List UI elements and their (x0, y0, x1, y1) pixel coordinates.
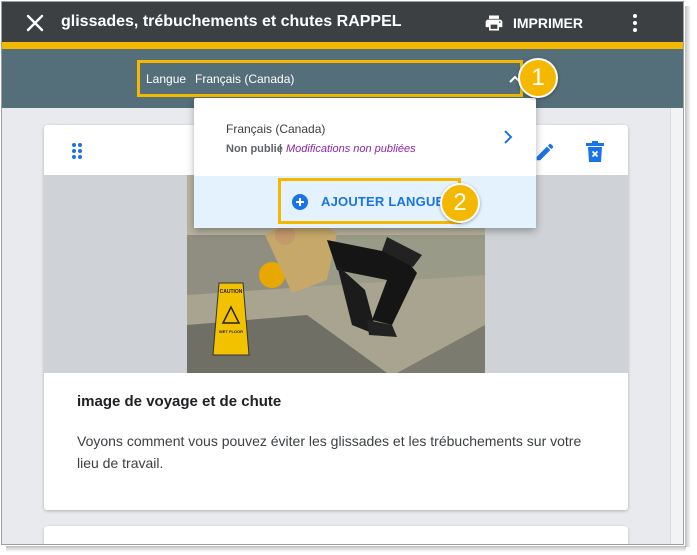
language-dropdown: Français (Canada) Non publié | Modificat… (194, 98, 536, 228)
publish-status: Non publié (226, 143, 283, 155)
scrollbar-track[interactable] (670, 108, 683, 544)
add-languages-button[interactable]: AJOUTER LANGUES (278, 178, 461, 224)
add-languages-label: AJOUTER LANGUES (321, 194, 454, 209)
callout-badge-1: 1 (518, 58, 558, 98)
unpublished-changes: Modifications non publiées (286, 143, 416, 155)
sign-caption: CAUTION (220, 289, 243, 295)
chevron-right-icon (504, 130, 513, 144)
callout-badge-2: 2 (440, 183, 480, 223)
language-value: Français (Canada) (195, 72, 295, 86)
language-label: Langue (146, 72, 187, 86)
close-button[interactable] (24, 12, 46, 34)
edit-button[interactable] (534, 141, 556, 168)
close-icon (26, 14, 44, 32)
trash-icon (586, 141, 604, 162)
print-label: IMPRIMER (513, 15, 583, 31)
language-option-name: Français (Canada) (226, 122, 326, 136)
print-button[interactable]: IMPRIMER (484, 11, 583, 35)
status-separator: | (279, 143, 282, 155)
sign-wet-floor: WET FLOOR (219, 329, 243, 334)
document-title: glissades, trébuchements et chutes RAPPE… (61, 13, 402, 30)
next-card (44, 526, 628, 544)
card-heading: image de voyage et de chute (77, 393, 282, 410)
drag-handle-icon (72, 143, 82, 159)
delete-button[interactable] (585, 141, 605, 168)
language-selector[interactable]: Langue Français (Canada) (137, 60, 523, 97)
card-description: Voyons comment vous pouvez éviter les gl… (77, 433, 582, 471)
window-shadow-bottom (6, 546, 686, 552)
pencil-icon (536, 143, 554, 161)
drag-handle[interactable] (71, 142, 83, 165)
more-vert-icon (633, 14, 637, 32)
language-option-fr-ca[interactable]: Français (Canada) Non publié | Modificat… (194, 98, 536, 176)
add-circle-icon (292, 194, 308, 210)
highlight-strip (2, 42, 683, 49)
top-app-bar: glissades, trébuchements et chutes RAPPE… (2, 2, 683, 42)
window-shadow-right (685, 6, 691, 547)
add-language-row: AJOUTER LANGUES (194, 176, 536, 228)
printer-icon (485, 15, 503, 31)
more-options-button[interactable] (626, 12, 644, 34)
app-window: glissades, trébuchements et chutes RAPPE… (1, 1, 684, 545)
